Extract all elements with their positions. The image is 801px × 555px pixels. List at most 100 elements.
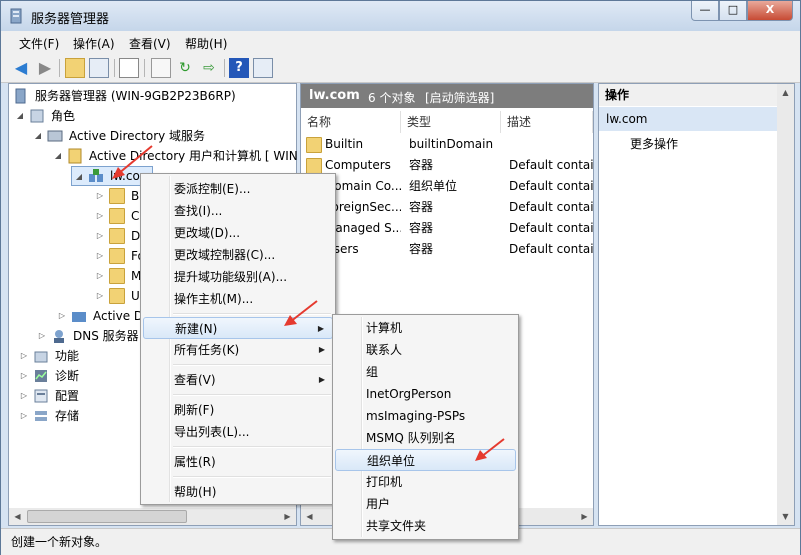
menu-refresh[interactable]: 刷新(F)	[143, 399, 333, 421]
menu-export-list[interactable]: 导出列表(L)...	[143, 421, 333, 443]
annotation-arrow-icon	[284, 300, 318, 326]
annotation-arrow-icon	[112, 145, 153, 179]
actions-pane: 操作 lw.com ▲ 更多操作 ▶ ▲ ▼	[598, 83, 795, 526]
folder-icon	[109, 268, 125, 284]
server-manager-icon	[15, 88, 26, 104]
menu-raise-domain-level[interactable]: 提升域功能级别(A)...	[143, 266, 333, 288]
back-icon[interactable]: ◀	[11, 58, 31, 78]
list-row[interactable]: ForeignSec... 容器 Default contain	[301, 197, 593, 218]
new-inetorgperson[interactable]: InetOrgPerson	[335, 383, 516, 405]
toolbar: ◀ ▶ ↻ ⇨ ?	[1, 54, 800, 83]
menu-separator	[173, 476, 331, 478]
column-header-description[interactable]: 描述	[501, 111, 593, 133]
scroll-left-icon[interactable]: ◀	[301, 508, 318, 525]
new-group[interactable]: 组	[335, 361, 516, 383]
scroll-up-icon[interactable]: ▲	[777, 84, 794, 101]
features-icon	[34, 351, 48, 363]
menu-view[interactable]: 查看(V)	[129, 35, 171, 52]
properties-icon[interactable]	[119, 58, 139, 78]
toolbar-separator	[224, 59, 225, 77]
expand-icon[interactable]: ▷	[57, 306, 67, 326]
new-user[interactable]: 用户	[335, 493, 516, 515]
menu-view[interactable]: 查看(V) ▶	[143, 369, 333, 391]
maximize-button[interactable]: □	[719, 1, 747, 21]
show-action-pane-icon[interactable]	[253, 58, 273, 78]
expand-icon[interactable]: ▷	[19, 406, 29, 426]
expand-icon[interactable]: ▷	[95, 226, 105, 246]
tree-horizontal-scrollbar[interactable]: ◀ ▶	[9, 508, 296, 525]
scroll-thumb[interactable]	[27, 510, 187, 523]
new-computer[interactable]: 计算机	[335, 317, 516, 339]
collapse-icon[interactable]: ◢	[74, 167, 84, 187]
menu-change-domain[interactable]: 更改域(D)...	[143, 222, 333, 244]
column-header-name[interactable]: 名称	[301, 111, 401, 133]
title-bar[interactable]: 服务器管理器 — □ X	[1, 1, 800, 31]
menu-find[interactable]: 查找(I)...	[143, 200, 333, 222]
column-header-type[interactable]: 类型	[401, 111, 501, 133]
window-title: 服务器管理器	[31, 12, 110, 27]
folder-icon	[109, 208, 125, 224]
menu-properties[interactable]: 属性(R)	[143, 451, 333, 473]
collapse-icon[interactable]: ◢	[53, 146, 63, 166]
server-manager-icon	[10, 8, 22, 24]
dns-icon	[54, 330, 64, 343]
actions-vertical-scrollbar[interactable]: ▲ ▼	[777, 84, 794, 525]
menu-help[interactable]: 帮助(H)	[185, 35, 227, 52]
list-row[interactable]: Builtin builtinDomain	[301, 134, 593, 155]
results-header: lw.com 6 个对象 [启动筛选器]	[301, 84, 593, 108]
menu-all-tasks[interactable]: 所有任务(K) ▶	[143, 339, 333, 361]
forward-icon[interactable]: ▶	[35, 58, 55, 78]
expand-icon[interactable]: ▷	[95, 206, 105, 226]
menu-help[interactable]: 帮助(H)	[143, 481, 333, 503]
minimize-button[interactable]: —	[691, 1, 719, 21]
folder-icon	[306, 158, 322, 174]
expand-icon[interactable]: ▷	[95, 266, 105, 286]
help-icon[interactable]: ?	[229, 58, 249, 78]
expand-icon[interactable]: ▷	[95, 286, 105, 306]
scroll-right-icon[interactable]: ▶	[576, 508, 593, 525]
folder-icon	[109, 188, 125, 204]
list-row[interactable]: Domain Co... 组织单位 Default contain	[301, 176, 593, 197]
menu-change-dc[interactable]: 更改域控制器(C)...	[143, 244, 333, 266]
toolbar-separator	[59, 59, 60, 77]
new-shared-folder[interactable]: 共享文件夹	[335, 515, 516, 537]
users-computers-icon	[68, 148, 82, 164]
show-hide-tree-icon[interactable]	[89, 58, 109, 78]
scroll-left-icon[interactable]: ◀	[9, 508, 26, 525]
status-text: 创建一个新对象。	[11, 535, 108, 549]
collapse-icon[interactable]: ◢	[15, 106, 25, 126]
scroll-down-icon[interactable]: ▼	[777, 508, 794, 525]
actions-section-lw-com[interactable]: lw.com ▲	[599, 107, 794, 131]
new-printer[interactable]: 打印机	[335, 471, 516, 493]
export-icon[interactable]: ⇨	[199, 58, 219, 78]
up-folder-icon[interactable]	[65, 58, 85, 78]
refresh-icon[interactable]: ↻	[175, 58, 195, 78]
toolbar-separator	[144, 59, 145, 77]
results-count: 6 个对象	[368, 91, 416, 105]
expand-icon[interactable]: ▷	[19, 366, 29, 386]
expand-icon[interactable]: ▷	[19, 386, 29, 406]
copy-icon[interactable]	[151, 58, 171, 78]
scroll-right-icon[interactable]: ▶	[279, 508, 296, 525]
menu-file[interactable]: 文件(F)	[19, 35, 59, 52]
list-row[interactable]: Managed S... 容器 Default contain	[301, 218, 593, 239]
menu-bar: 文件(F) 操作(A) 查看(V) 帮助(H)	[1, 31, 800, 54]
expand-icon[interactable]: ▷	[95, 246, 105, 266]
new-msimaging-psps[interactable]: msImaging-PSPs	[335, 405, 516, 427]
more-actions[interactable]: 更多操作 ▶	[630, 134, 790, 154]
expand-icon[interactable]: ▷	[37, 326, 47, 346]
expand-icon[interactable]: ▷	[19, 346, 29, 366]
close-button[interactable]: X	[747, 1, 793, 21]
list-row[interactable]: Users 容器 Default contain	[301, 239, 593, 260]
new-contact[interactable]: 联系人	[335, 339, 516, 361]
toolbar-separator	[114, 59, 115, 77]
roles-icon	[30, 109, 44, 123]
collapse-icon[interactable]: ◢	[33, 126, 43, 146]
menu-delegate-control[interactable]: 委派控制(E)...	[143, 178, 333, 200]
expand-icon[interactable]: ▷	[95, 186, 105, 206]
annotation-arrow-icon	[475, 438, 505, 461]
list-row[interactable]: Computers 容器 Default contain	[301, 155, 593, 176]
submenu-arrow-icon: ▶	[318, 345, 325, 354]
menu-action[interactable]: 操作(A)	[73, 35, 115, 52]
folder-icon	[109, 288, 125, 304]
